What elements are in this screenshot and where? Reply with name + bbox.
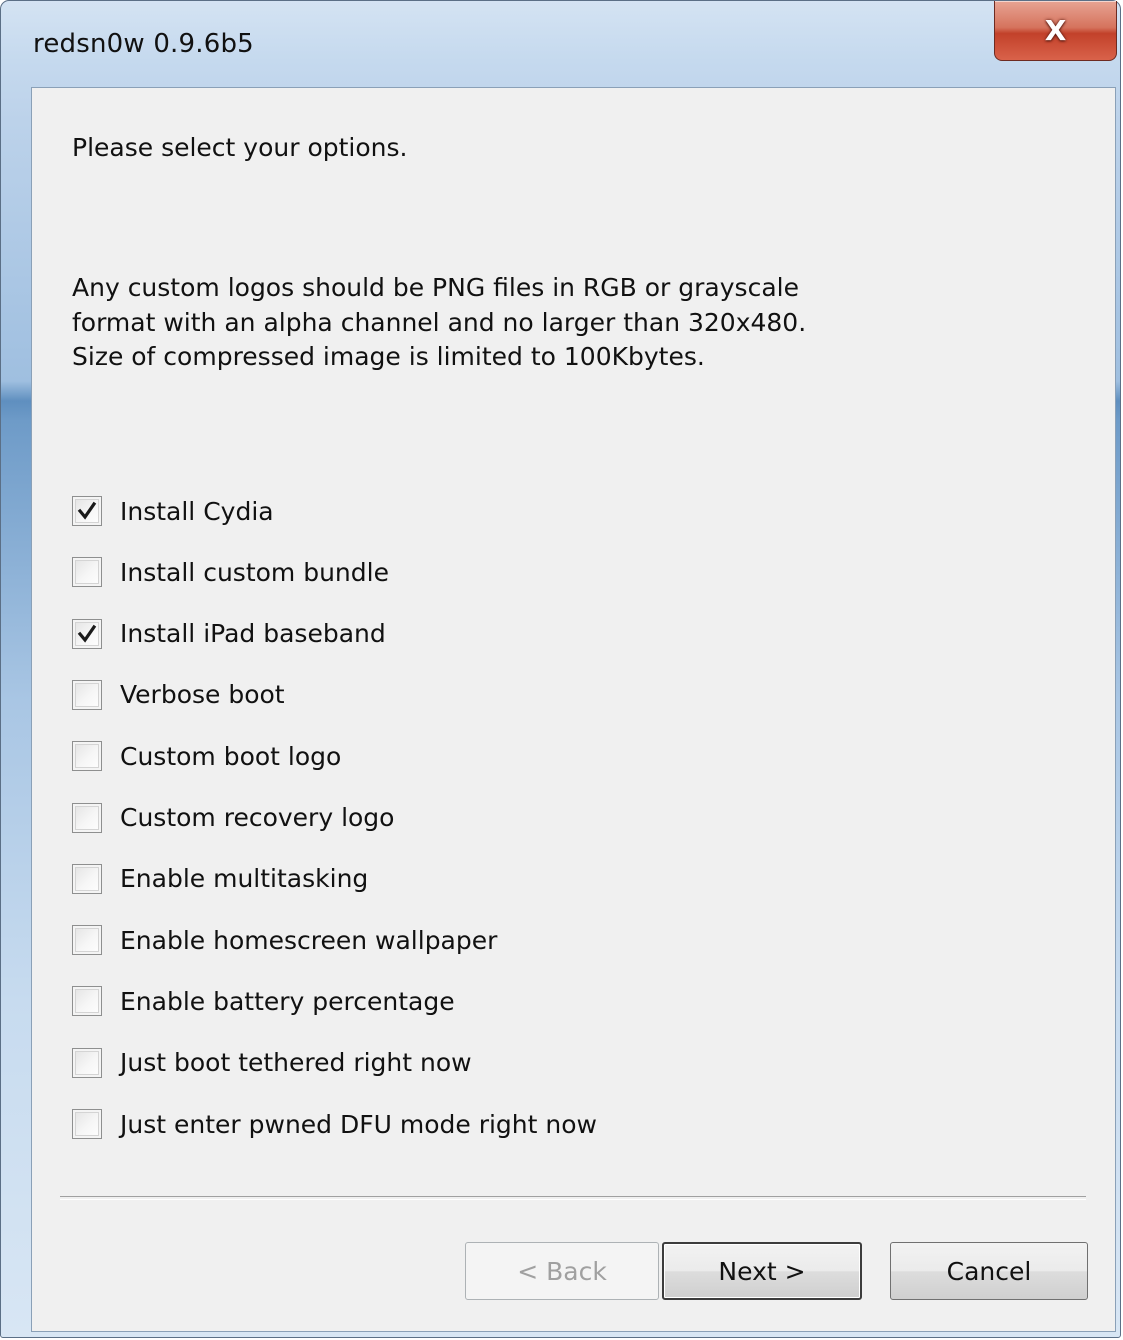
install-ipad-baseband-checkbox[interactable] xyxy=(72,618,102,649)
custom-boot-logo-checkbox[interactable] xyxy=(72,741,102,772)
close-button[interactable]: X xyxy=(994,1,1117,61)
install-cydia-checkbox[interactable] xyxy=(72,496,102,526)
option-verbose-boot[interactable]: Verbose boot xyxy=(72,678,285,712)
info-line: Size of compressed image is limited to 1… xyxy=(72,342,705,371)
enable-multitasking-checkbox[interactable] xyxy=(72,863,102,894)
option-label: Just enter pwned DFU mode right now xyxy=(120,1109,597,1139)
option-label: Custom recovery logo xyxy=(120,803,395,832)
verbose-boot-checkbox[interactable] xyxy=(72,679,102,710)
option-label: Just boot tethered right now xyxy=(120,1048,472,1078)
info-line: format with an alpha channel and no larg… xyxy=(72,307,807,337)
option-label: Enable battery percentage xyxy=(120,986,455,1016)
back-button[interactable]: < Back xyxy=(465,1242,659,1300)
cancel-button[interactable]: Cancel xyxy=(890,1242,1088,1300)
option-label: Install iPad baseband xyxy=(120,619,386,649)
next-button[interactable]: Next > xyxy=(662,1242,862,1300)
option-label: Enable multitasking xyxy=(120,864,369,894)
dialog-content: Please select your options. Any custom l… xyxy=(31,87,1116,1332)
install-custom-bundle-checkbox[interactable] xyxy=(72,557,102,588)
option-install-ipad-baseband[interactable]: Install iPad baseband xyxy=(72,617,386,651)
option-label: Verbose boot xyxy=(120,680,285,710)
dialog-window: redsn0w 0.9.6b5 X Please select your opt… xyxy=(0,0,1121,1338)
custom-recovery-logo-checkbox[interactable] xyxy=(72,802,102,833)
logo-info-text: Any custom logos should be PNG files in … xyxy=(72,271,972,375)
info-line: Any custom logos should be PNG files in … xyxy=(72,273,799,302)
option-custom-recovery-logo[interactable]: Custom recovery logo xyxy=(72,801,394,835)
option-label: Install custom bundle xyxy=(120,557,389,587)
option-install-custom-bundle[interactable]: Install custom bundle xyxy=(72,555,389,589)
option-enable-battery-percentage[interactable]: Enable battery percentage xyxy=(72,984,455,1018)
option-just-enter-pwned-dfu[interactable]: Just enter pwned DFU mode right now xyxy=(72,1107,597,1141)
option-just-boot-tethered[interactable]: Just boot tethered right now xyxy=(72,1046,472,1080)
option-enable-homescreen-wallpaper[interactable]: Enable homescreen wallpaper xyxy=(72,923,497,957)
window-title: redsn0w 0.9.6b5 xyxy=(33,29,254,59)
just-enter-pwned-dfu-checkbox[interactable] xyxy=(72,1109,102,1139)
just-boot-tethered-checkbox[interactable] xyxy=(72,1047,102,1078)
enable-battery-percentage-checkbox[interactable] xyxy=(72,986,102,1017)
separator xyxy=(60,1196,1086,1200)
enable-homescreen-wallpaper-checkbox[interactable] xyxy=(72,925,102,956)
close-icon: X xyxy=(1044,13,1067,47)
option-enable-multitasking[interactable]: Enable multitasking xyxy=(72,862,368,896)
option-custom-boot-logo[interactable]: Custom boot logo xyxy=(72,739,341,773)
option-label: Install Cydia xyxy=(120,496,274,526)
option-install-cydia[interactable]: Install Cydia xyxy=(72,494,274,528)
option-label: Enable homescreen wallpaper xyxy=(120,925,498,955)
checkmark-icon xyxy=(77,624,97,643)
option-label: Custom boot logo xyxy=(120,741,342,771)
checkmark-icon xyxy=(77,501,97,520)
options-heading: Please select your options. xyxy=(72,133,408,162)
